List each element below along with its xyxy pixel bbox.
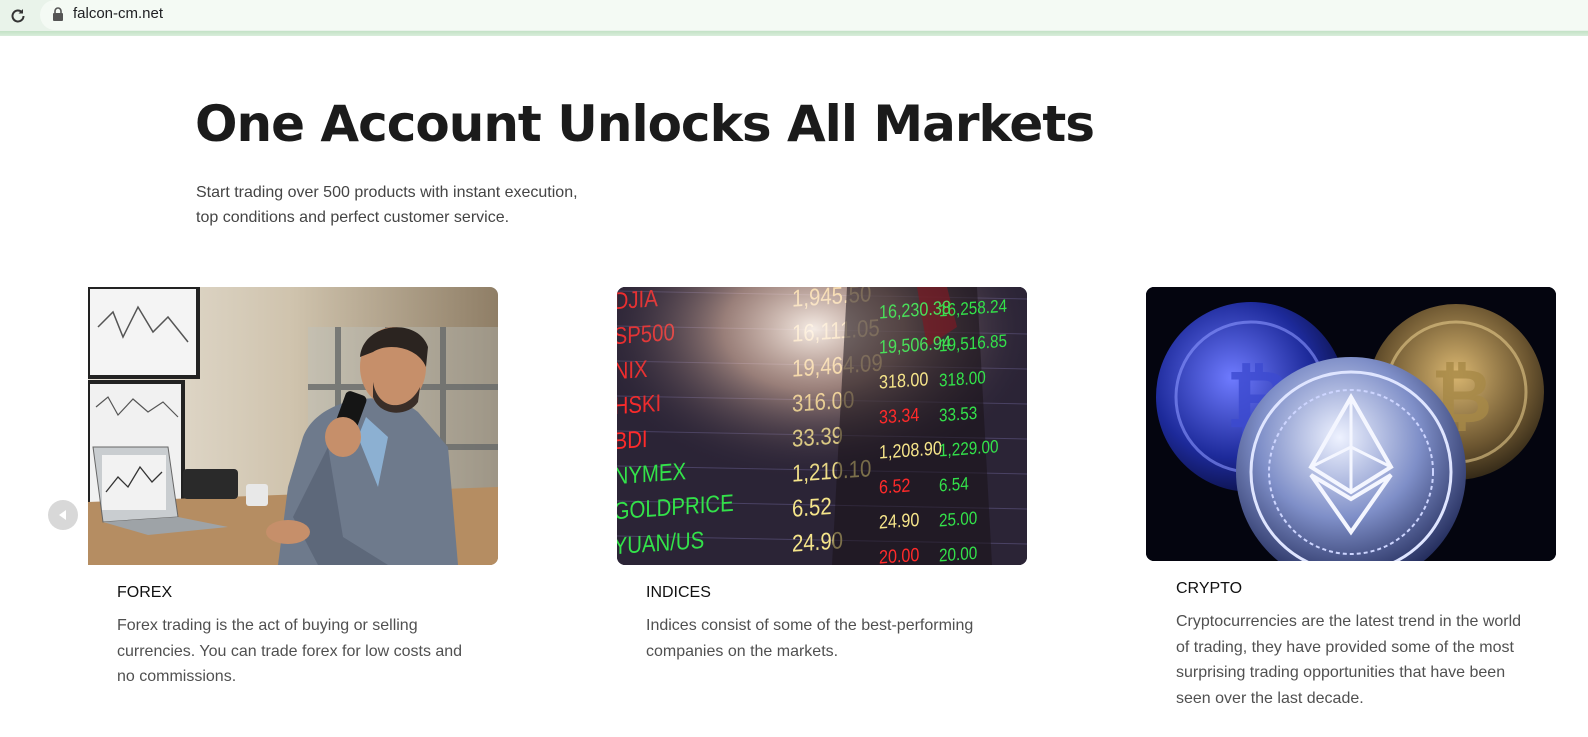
card-title: INDICES	[646, 584, 711, 601]
ticker-value: 318.00	[939, 367, 986, 391]
desc-line: Indices consist of some of the best-perf…	[646, 617, 974, 634]
desc-line: of trading, they have provided some of t…	[1176, 638, 1514, 656]
reload-icon	[11, 9, 25, 23]
browser-toolbar: falcon-cm.net	[0, 0, 1588, 31]
desc-line: surprising trading opportunities that ha…	[1176, 664, 1506, 681]
desc-line: seen over the last decade.	[1176, 689, 1364, 707]
carousel-prev-button[interactable]	[48, 500, 78, 530]
hero-subtitle: Start trading over 500 products with ins…	[196, 180, 616, 230]
ticker-value: 318.00	[879, 368, 929, 393]
card-title: FOREX	[117, 584, 173, 601]
ticker-value: 20.00	[939, 543, 977, 565]
page-title: One Account Unlocks All Markets	[195, 95, 1095, 153]
subtitle-line: top conditions and perfect customer serv…	[196, 209, 510, 226]
card-description: Cryptocurrencies are the latest trend in…	[1176, 609, 1566, 711]
card-description: Indices consist of some of the best-perf…	[646, 613, 1026, 664]
url-text[interactable]: falcon-cm.net	[73, 5, 163, 22]
ticker-value: 1,229.00	[939, 436, 999, 461]
ticker-value: 24.90	[879, 509, 920, 533]
desc-line: Cryptocurrencies are the latest trend in…	[1176, 613, 1522, 630]
desc-line: Forex trading is the act of buying or se…	[117, 617, 418, 634]
lock-icon	[53, 7, 63, 21]
address-bar[interactable]	[40, 0, 1588, 30]
ticker-value: 33.53	[939, 403, 977, 426]
ticker-value: 25.00	[939, 508, 977, 531]
ticker-value: 33.34	[879, 404, 920, 428]
card-description: Forex trading is the act of buying or se…	[117, 613, 497, 690]
crypto-image: ₿ ₿	[1146, 287, 1556, 561]
desc-line: no commissions.	[117, 668, 237, 685]
ticker-value: 1,208.90	[879, 437, 942, 463]
indices-image: DJIASP500NIXHSKIBDINYMEXGOLDPRICEYUAN/US…	[617, 287, 1027, 565]
card-title: CRYPTO	[1176, 580, 1243, 597]
ticker-value: 6.52	[879, 474, 910, 498]
ticker-value: 6.54	[939, 473, 969, 496]
reload-button[interactable]	[7, 5, 29, 27]
page-load-accent	[0, 31, 1588, 36]
subtitle-line: Start trading over 500 products with ins…	[196, 184, 578, 201]
ticker-value: 20.00	[879, 544, 920, 565]
desc-line: currencies. You can trade forex for low …	[117, 642, 463, 660]
forex-image	[88, 287, 498, 565]
chevron-left-icon	[59, 510, 66, 520]
desc-line: companies on the markets.	[646, 642, 839, 660]
